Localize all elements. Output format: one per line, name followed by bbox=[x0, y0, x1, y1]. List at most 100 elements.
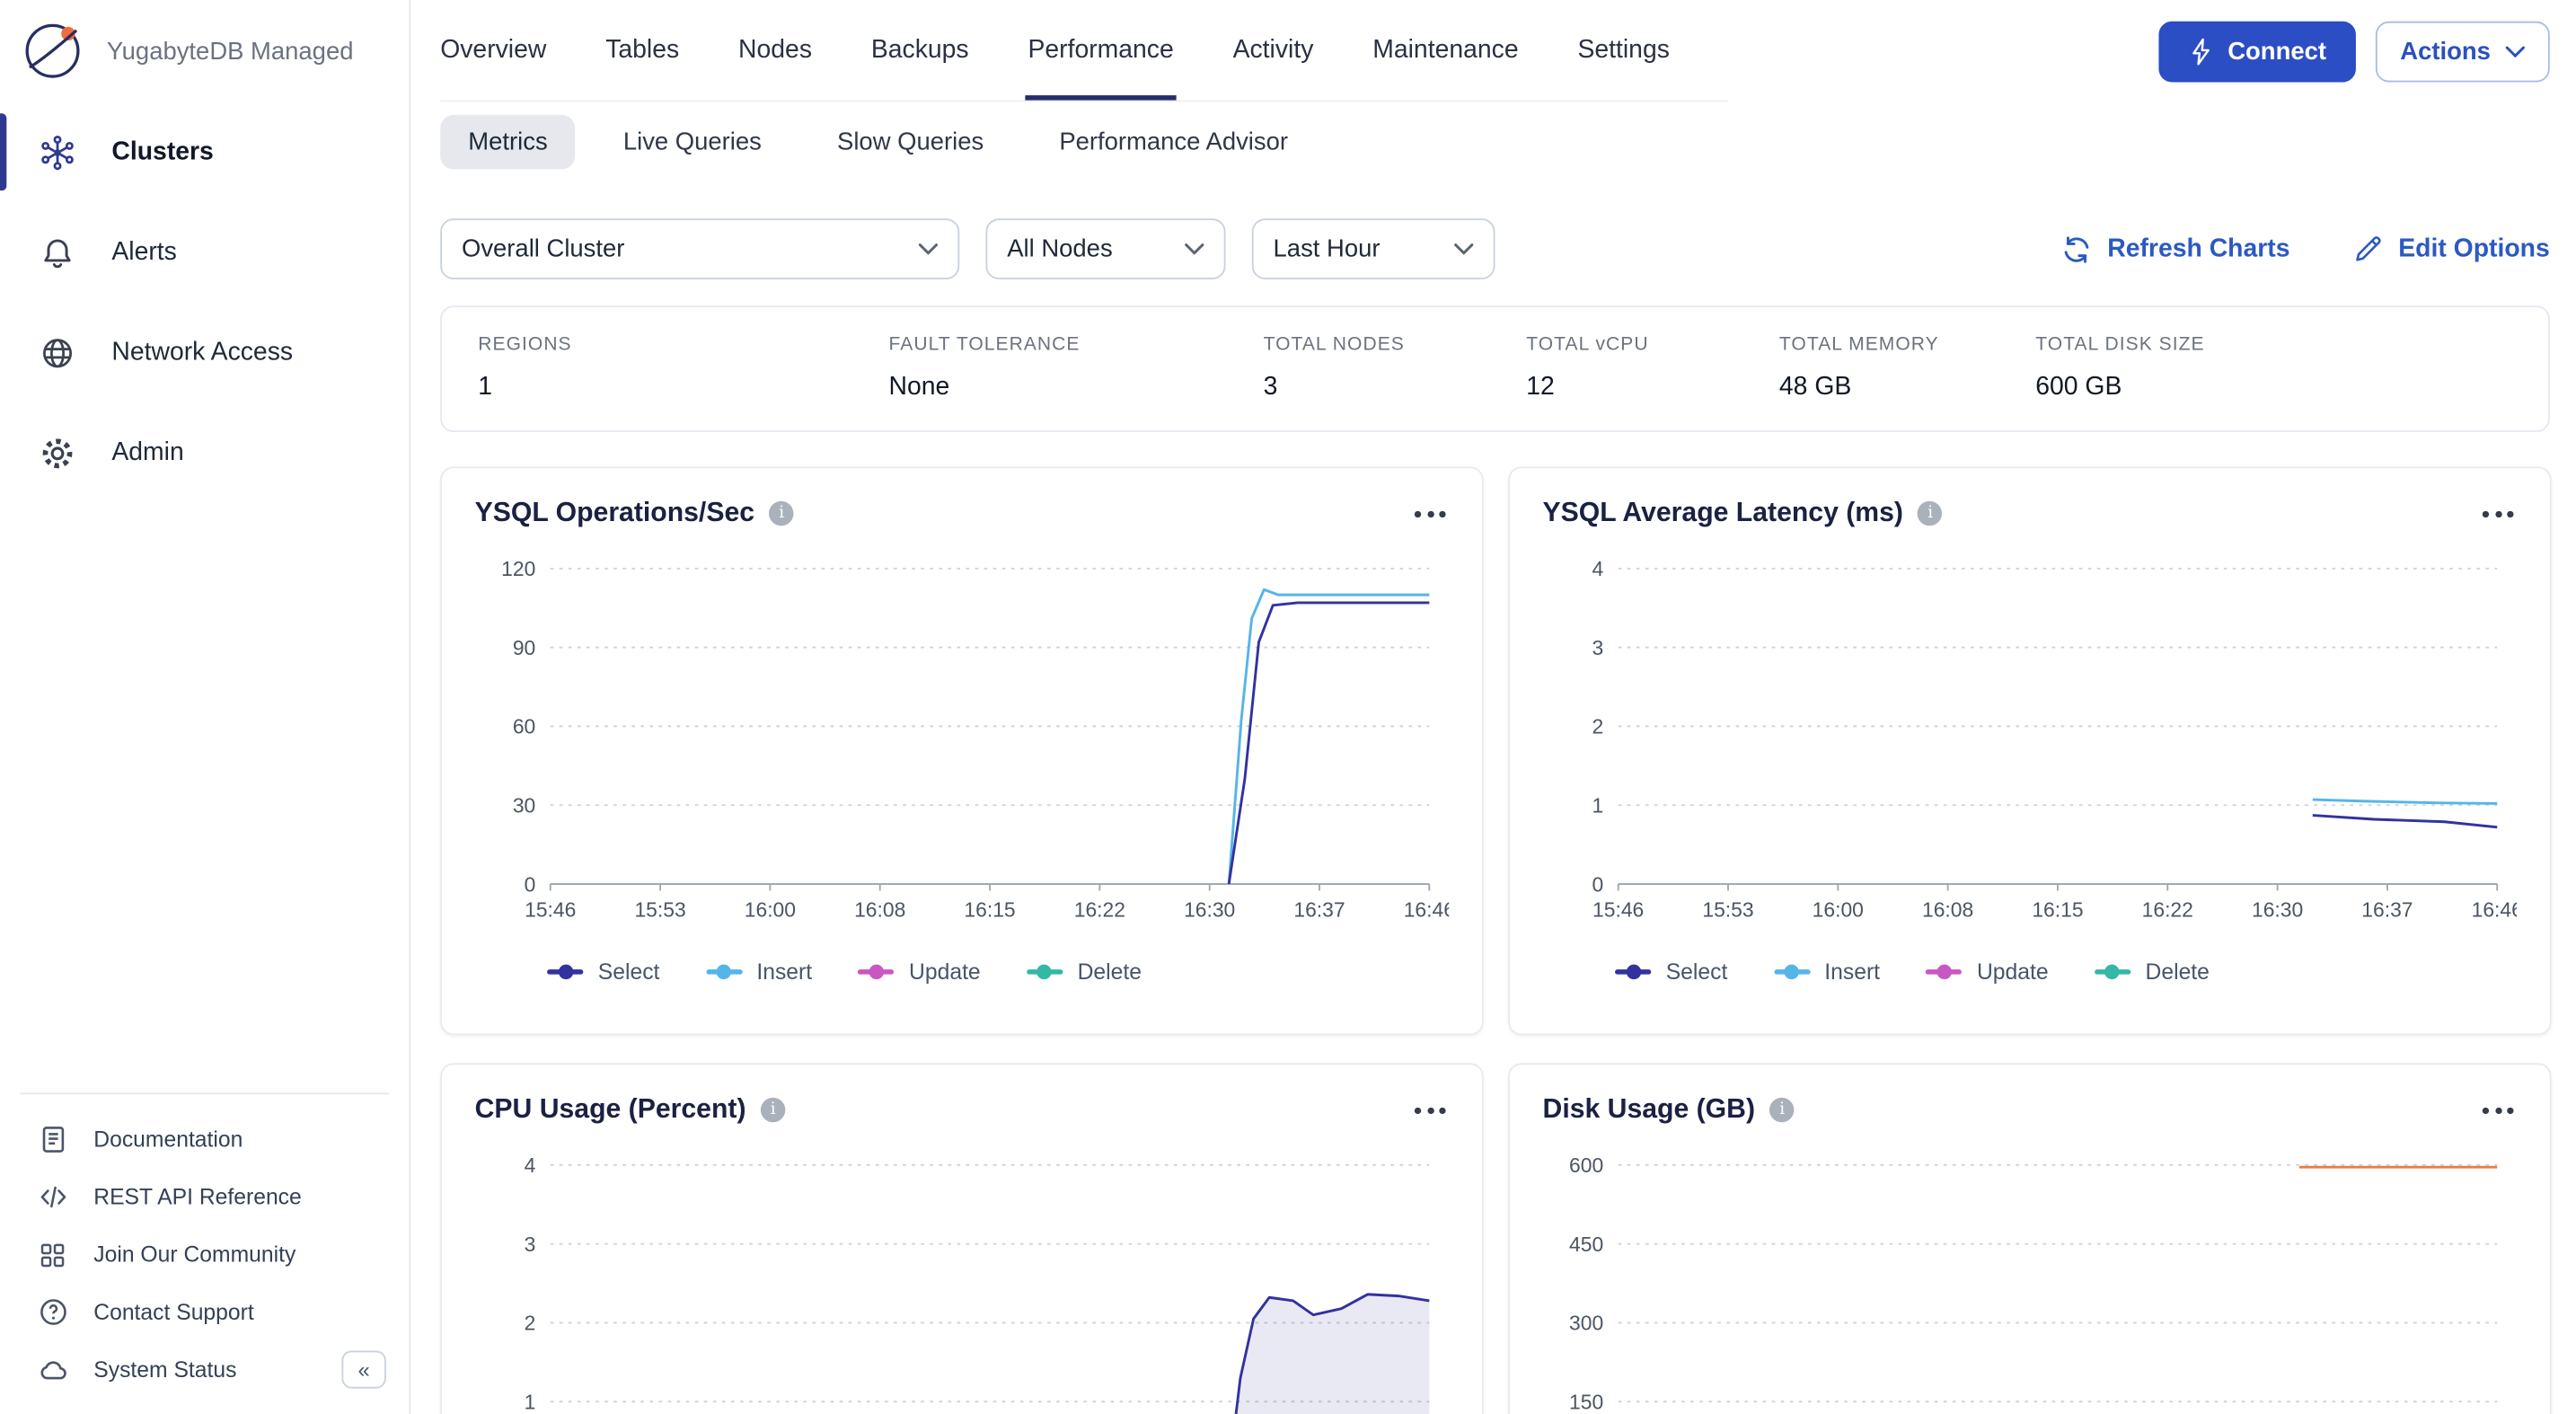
sidebar-item-label: Alerts bbox=[111, 237, 176, 267]
chart-card-ysql-operations: YSQL Operations/Sec i 030609012015:4615:… bbox=[440, 466, 1483, 1035]
subtab-metrics[interactable]: Metrics bbox=[440, 115, 576, 169]
sidebar-item-join-our-community[interactable]: Join Our Community bbox=[20, 1226, 390, 1284]
chart-plot-ysql-latency[interactable]: 0123415:4615:5316:0016:0816:1516:2216:30… bbox=[1543, 549, 2518, 943]
svg-text:16:08: 16:08 bbox=[1922, 898, 1973, 922]
svg-text:120: 120 bbox=[501, 557, 535, 580]
chart-card-header: CPU Usage (Percent) i bbox=[475, 1094, 1450, 1126]
tab-nodes[interactable]: Nodes bbox=[738, 0, 812, 101]
sidebar: YugabyteDB Managed Clusters bbox=[0, 0, 410, 1414]
legend-item-update[interactable]: Update bbox=[1926, 959, 2048, 984]
svg-text:16:30: 16:30 bbox=[2252, 898, 2303, 922]
chevron-down-icon bbox=[2505, 45, 2525, 57]
svg-text:16:30: 16:30 bbox=[1184, 898, 1235, 922]
sidebar-item-label: Clusters bbox=[111, 137, 213, 167]
info-icon[interactable]: i bbox=[770, 501, 794, 526]
legend-item-select[interactable]: Select bbox=[1615, 959, 1727, 984]
svg-text:4: 4 bbox=[1592, 557, 1603, 580]
stat-total-disk-size: TOTAL DISK SIZE 600 GB bbox=[2035, 335, 2511, 402]
chart-plot-disk-usage[interactable]: 015030045060015:4615:5316:0016:0816:1516… bbox=[1543, 1145, 2518, 1414]
svg-text:4: 4 bbox=[525, 1153, 536, 1177]
tab-overview[interactable]: Overview bbox=[440, 0, 546, 101]
chart-card-header: Disk Usage (GB) i bbox=[1543, 1094, 2518, 1126]
chart-card-ysql-latency: YSQL Average Latency (ms) i 0123415:4615… bbox=[1508, 466, 2551, 1035]
sidebar-item-network-access[interactable]: Network Access bbox=[0, 303, 409, 403]
svg-text:150: 150 bbox=[1569, 1390, 1603, 1413]
app-root: YugabyteDB Managed Clusters bbox=[0, 0, 2576, 1414]
info-icon[interactable]: i bbox=[1918, 501, 1942, 526]
chart-title: Disk Usage (GB) bbox=[1543, 1094, 1755, 1126]
help-icon bbox=[36, 1295, 69, 1329]
metrics-filters: Overall Cluster All Nodes Last Hour bbox=[440, 218, 2550, 279]
chart-card-cpu-usage: CPU Usage (Percent) i 0123415:4615:5316:… bbox=[440, 1063, 1483, 1414]
svg-text:3: 3 bbox=[525, 1233, 536, 1256]
legend-item-update[interactable]: Update bbox=[858, 959, 980, 984]
chart-menu-button[interactable] bbox=[1411, 500, 1449, 526]
connect-button[interactable]: Connect bbox=[2158, 21, 2355, 82]
legend-item-delete[interactable]: Delete bbox=[1027, 959, 1142, 984]
tab-activity[interactable]: Activity bbox=[1233, 0, 1314, 101]
svg-text:16:00: 16:00 bbox=[1813, 898, 1864, 922]
chart-plot-cpu-usage[interactable]: 0123415:4615:5316:0016:0816:1516:2216:30… bbox=[475, 1145, 1450, 1414]
chart-title: YSQL Average Latency (ms) bbox=[1543, 498, 1903, 529]
clusters-icon bbox=[36, 130, 79, 173]
sidebar-item-alerts[interactable]: Alerts bbox=[0, 202, 409, 303]
chevron-down-icon bbox=[1185, 243, 1204, 255]
svg-text:1: 1 bbox=[1592, 793, 1603, 817]
subtab-performance-advisor[interactable]: Performance Advisor bbox=[1031, 115, 1316, 169]
subtab-live-queries[interactable]: Live Queries bbox=[595, 115, 790, 169]
tab-performance[interactable]: Performance bbox=[1028, 0, 1173, 101]
refresh-charts-link[interactable]: Refresh Charts bbox=[2060, 233, 2289, 266]
collapse-sidebar-button[interactable]: « bbox=[341, 1351, 385, 1389]
sidebar-item-label: Admin bbox=[111, 437, 183, 467]
stat-total-vcpu: TOTAL vCPU 12 bbox=[1526, 335, 1779, 402]
code-icon bbox=[36, 1180, 69, 1214]
main-content: Overview Tables Nodes Backups Performanc… bbox=[410, 0, 2576, 1414]
sidebar-item-contact-support[interactable]: Contact Support bbox=[20, 1284, 390, 1341]
svg-text:15:53: 15:53 bbox=[634, 898, 685, 922]
svg-text:16:46: 16:46 bbox=[1404, 898, 1450, 922]
chevron-down-icon bbox=[1454, 243, 1474, 255]
svg-text:15:46: 15:46 bbox=[525, 898, 576, 922]
actions-button[interactable]: Actions bbox=[2376, 21, 2550, 82]
edit-options-link[interactable]: Edit Options bbox=[2352, 234, 2550, 265]
svg-text:16:22: 16:22 bbox=[1074, 898, 1125, 922]
chart-menu-button[interactable] bbox=[2479, 500, 2517, 526]
charts-grid: YSQL Operations/Sec i 030609012015:4615:… bbox=[440, 466, 2550, 1414]
svg-text:600: 600 bbox=[1569, 1153, 1603, 1177]
cloud-icon bbox=[36, 1353, 69, 1386]
legend-item-delete[interactable]: Delete bbox=[2095, 959, 2210, 984]
tab-tables[interactable]: Tables bbox=[605, 0, 679, 101]
chart-plot-ysql-operations[interactable]: 030609012015:4615:5316:0016:0816:1516:22… bbox=[475, 549, 1450, 943]
stat-regions: REGIONS 1 bbox=[478, 335, 888, 402]
sidebar-item-documentation[interactable]: Documentation bbox=[20, 1110, 390, 1168]
tab-settings[interactable]: Settings bbox=[1577, 0, 1669, 101]
svg-text:15:46: 15:46 bbox=[1592, 898, 1644, 922]
chart-menu-button[interactable] bbox=[2479, 1097, 2517, 1123]
chart-menu-button[interactable] bbox=[1411, 1097, 1449, 1123]
refresh-icon bbox=[2060, 233, 2093, 266]
sidebar-item-label: Network Access bbox=[111, 338, 293, 367]
info-icon[interactable]: i bbox=[761, 1098, 785, 1122]
chart-card-header: YSQL Average Latency (ms) i bbox=[1543, 498, 2518, 529]
sidebar-item-admin[interactable]: Admin bbox=[0, 402, 409, 503]
tab-backups[interactable]: Backups bbox=[871, 0, 969, 101]
sidebar-item-clusters[interactable]: Clusters bbox=[0, 102, 409, 202]
legend-item-select[interactable]: Select bbox=[547, 959, 659, 984]
brand: YugabyteDB Managed bbox=[0, 0, 409, 102]
sidebar-item-rest-api-reference[interactable]: REST API Reference bbox=[20, 1168, 390, 1225]
chart-card-disk-usage: Disk Usage (GB) i 015030045060015:4615:5… bbox=[1508, 1063, 2551, 1414]
footer-item-label: Documentation bbox=[93, 1127, 243, 1152]
community-grid-icon bbox=[36, 1238, 69, 1271]
legend-item-insert[interactable]: Insert bbox=[706, 959, 812, 984]
sidebar-item-system-status[interactable]: System Status « bbox=[20, 1341, 390, 1399]
tab-maintenance[interactable]: Maintenance bbox=[1372, 0, 1518, 101]
nodes-select[interactable]: All Nodes bbox=[985, 218, 1225, 279]
info-icon[interactable]: i bbox=[1769, 1098, 1794, 1122]
time-range-select[interactable]: Last Hour bbox=[1252, 218, 1495, 279]
svg-text:2: 2 bbox=[525, 1312, 536, 1335]
cluster-select[interactable]: Overall Cluster bbox=[440, 218, 959, 279]
brand-name: YugabyteDB Managed bbox=[107, 37, 354, 65]
subtab-slow-queries[interactable]: Slow Queries bbox=[809, 115, 1011, 169]
legend-item-insert[interactable]: Insert bbox=[1774, 959, 1880, 984]
bell-icon bbox=[36, 231, 79, 274]
